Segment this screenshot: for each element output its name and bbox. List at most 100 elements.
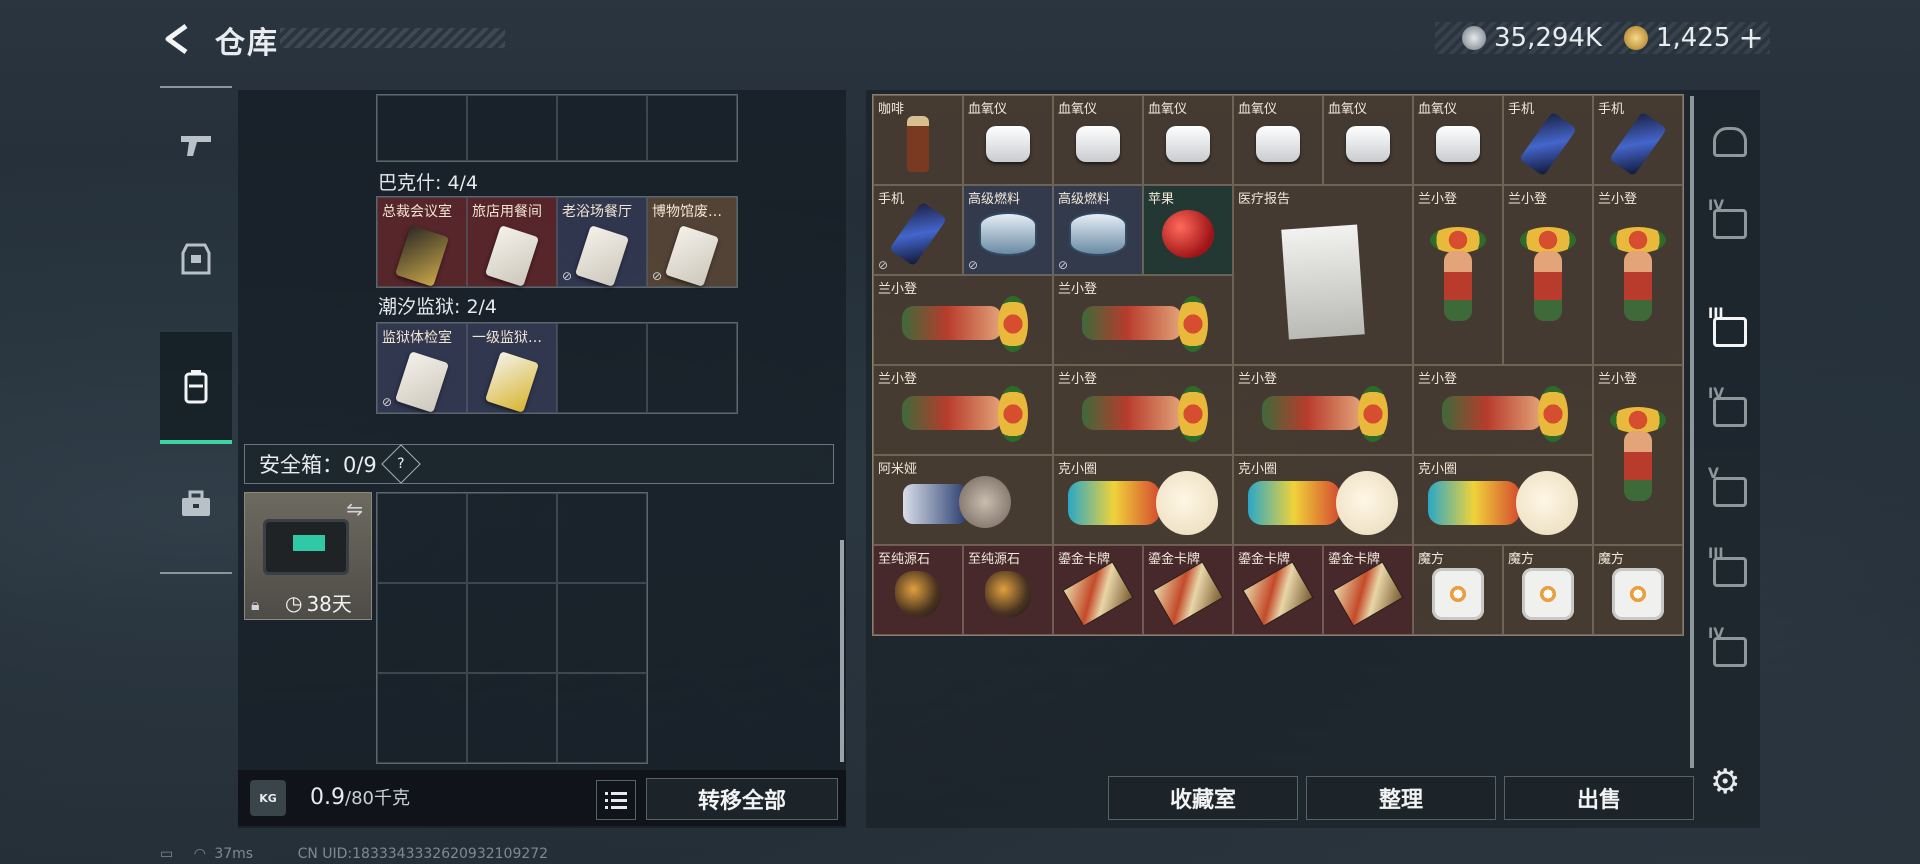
help-icon[interactable]: ? [380, 444, 421, 484]
empty-slot[interactable] [467, 493, 557, 583]
empty-slot[interactable] [557, 95, 647, 161]
item-name: 苹果 [1148, 192, 1175, 207]
storage-item[interactable]: 血氧仪 [1413, 95, 1503, 185]
storage-item[interactable]: 手机 ⊘ [873, 185, 963, 275]
storage-item[interactable]: 兰小登 [873, 275, 1053, 365]
storage-item[interactable]: 咖啡 [873, 95, 963, 185]
nav-backpack[interactable] [160, 332, 232, 444]
storage-item[interactable]: 克小圈 [1413, 455, 1593, 545]
empty-slot[interactable] [467, 95, 557, 161]
settings-gear-icon[interactable]: ⚙ [1710, 762, 1740, 802]
storage-item[interactable]: 苹果 [1143, 185, 1233, 275]
chaoxi-label: 潮汐监狱: 2/4 [378, 296, 498, 318]
item-name: 血氧仪 [1148, 102, 1188, 117]
storage-item[interactable]: 血氧仪 [963, 95, 1053, 185]
cardg-item-icon [1242, 560, 1314, 627]
empty-slot[interactable] [377, 673, 467, 763]
storage-item[interactable]: 魔方 [1503, 545, 1593, 635]
equip-filter-1[interactable]: IV [1700, 184, 1760, 264]
storage-item[interactable]: 高级燃料 ⊘ [963, 185, 1053, 275]
left-scrollbar[interactable] [840, 540, 844, 762]
fig-lie-item-icon [898, 294, 1028, 354]
storage-item[interactable]: 兰小登 [873, 365, 1053, 455]
keycard-slot[interactable]: 老浴场餐厅 ⊘ [557, 197, 647, 287]
storage-item[interactable]: 兰小登 [1413, 185, 1503, 365]
storage-item[interactable]: 高级燃料 ⊘ [1053, 185, 1143, 275]
empty-slot[interactable] [557, 583, 647, 673]
gun-icon [181, 136, 211, 156]
storage-item[interactable]: 手机 [1593, 95, 1683, 185]
storage-item[interactable]: 血氧仪 [1233, 95, 1323, 185]
empty-slot[interactable] [557, 323, 647, 413]
wifi-icon: ◠ [193, 846, 206, 862]
nav-weapons[interactable] [160, 88, 232, 200]
storage-item[interactable]: 兰小登 [1593, 185, 1683, 365]
empty-slot[interactable] [467, 673, 557, 763]
storage-item[interactable]: 兰小登 [1233, 365, 1413, 455]
storage-item[interactable]: 阿米娅 [873, 455, 1053, 545]
sell-button[interactable]: 出售 [1504, 776, 1694, 820]
sort-button[interactable]: 整理 [1306, 776, 1496, 820]
empty-slot[interactable] [467, 583, 557, 673]
storage-scrollbar[interactable] [1690, 96, 1694, 768]
storage-item[interactable]: 血氧仪 [1053, 95, 1143, 185]
storage-item[interactable]: 克小圈 [1233, 455, 1413, 545]
safe-case-slot[interactable]: ⇋ 🔒︎ ◷ 38天 [244, 492, 372, 620]
empty-slot[interactable] [647, 323, 737, 413]
equip-filter-3[interactable]: IV [1700, 372, 1760, 452]
item-name: 血氧仪 [1418, 102, 1458, 117]
storage-item[interactable]: 鎏金卡牌 [1053, 545, 1143, 635]
empty-slot[interactable] [647, 95, 737, 161]
storage-item[interactable]: 手机 [1503, 95, 1593, 185]
storage-item[interactable]: 兰小登 [1593, 365, 1683, 545]
backpack-icon [184, 370, 208, 404]
storage-item[interactable]: 鎏金卡牌 [1323, 545, 1413, 635]
storage-item[interactable]: 兰小登 [1503, 185, 1593, 365]
storage-item[interactable]: 血氧仪 [1323, 95, 1413, 185]
empty-slot[interactable] [377, 95, 467, 161]
storage-item[interactable]: 魔方 [1593, 545, 1683, 635]
storage-item[interactable]: 至纯源石 [963, 545, 1053, 635]
fig-lie-item-icon [1438, 384, 1568, 444]
bottle-item-icon [907, 115, 929, 172]
equip-filter-6[interactable]: IV [1700, 612, 1760, 692]
nav-case[interactable] [160, 448, 232, 560]
storage-item[interactable]: 医疗报告 [1233, 185, 1413, 365]
base-icon [1713, 127, 1747, 157]
storage-item[interactable]: 克小圈 [1053, 455, 1233, 545]
back-arrow-icon[interactable] [160, 22, 194, 56]
item-name: 兰小登 [1418, 372, 1458, 387]
token-amount: 1,425 [1656, 23, 1731, 53]
storage-item[interactable]: 血氧仪 [1143, 95, 1233, 185]
transfer-all-button[interactable]: 转移全部 [646, 778, 838, 820]
keycard-slot[interactable]: 一级监狱… [467, 323, 557, 413]
empty-slot[interactable] [377, 493, 467, 583]
empty-slot[interactable] [377, 583, 467, 673]
storage-item[interactable]: 鎏金卡牌 [1143, 545, 1233, 635]
figure-item-icon [1610, 227, 1666, 337]
equip-filter-2[interactable]: III [1700, 292, 1760, 372]
storage-item[interactable]: 兰小登 [1053, 365, 1233, 455]
equip-filter-4[interactable]: V [1700, 452, 1760, 532]
item-name: 兰小登 [1058, 282, 1098, 297]
storage-item[interactable]: 魔方 [1413, 545, 1503, 635]
equip-filter-5[interactable]: III [1700, 532, 1760, 612]
storage-item[interactable]: 鎏金卡牌 [1233, 545, 1323, 635]
storage-grid: 咖啡 血氧仪 血氧仪 血氧仪 血氧仪 血氧仪 血氧仪 手机 手机 手机 ⊘ 高级燃料 ⊘ 高级燃料 ⊘ 苹果医… [872, 94, 1684, 636]
empty-slot[interactable] [557, 673, 647, 763]
add-token-button[interactable]: + [1738, 21, 1763, 56]
keycard-slot[interactable]: 旅店用餐间 [467, 197, 557, 287]
collection-room-button[interactable]: 收藏室 [1108, 776, 1298, 820]
nav-armor[interactable] [160, 202, 232, 314]
keycard-slot[interactable]: 总裁会议室 [377, 197, 467, 287]
storage-item[interactable]: 至纯源石 [873, 545, 963, 635]
swap-icon[interactable]: ⇋ [346, 497, 363, 521]
storage-item[interactable]: 兰小登 [1053, 275, 1233, 365]
keycard-slot[interactable]: 监狱体检室 ⊘ [377, 323, 467, 413]
list-view-button[interactable] [596, 780, 636, 820]
storage-item[interactable]: 兰小登 [1413, 365, 1593, 455]
empty-slot[interactable] [557, 493, 647, 583]
equip-filter-0[interactable] [1700, 102, 1760, 182]
keycard-slot[interactable]: 博物馆废… ⊘ [647, 197, 737, 287]
currency-tokens[interactable]: 1,425 + [1624, 21, 1764, 56]
